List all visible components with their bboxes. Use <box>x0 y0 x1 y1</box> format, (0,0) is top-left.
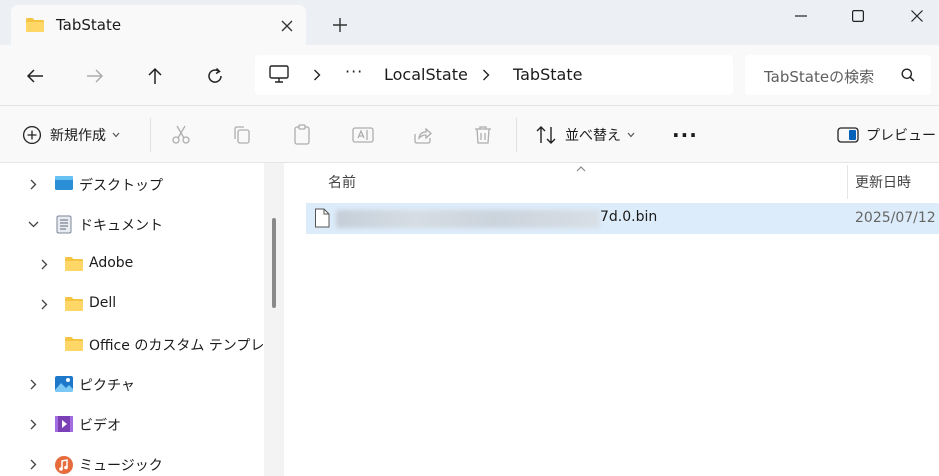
redacted-filename <box>336 210 600 228</box>
rename-button[interactable] <box>352 121 374 149</box>
rename-icon <box>352 127 374 143</box>
back-button[interactable] <box>18 59 52 93</box>
search-box[interactable]: TabStateの検索 <box>745 55 931 95</box>
paste-button[interactable] <box>292 121 312 149</box>
chevron-right-icon[interactable] <box>26 457 40 471</box>
title-bar: TabState <box>0 0 939 45</box>
chevron-down-icon <box>627 130 635 141</box>
sidebar-item-music[interactable]: ミュージック <box>0 444 264 476</box>
navigation-pane: デスクトップ ドキュメント Adobe Dell Office のカスタム テン… <box>0 163 292 476</box>
file-name: 7d.0.bin <box>600 209 658 225</box>
chevron-right-icon[interactable] <box>37 257 51 271</box>
this-pc-icon[interactable] <box>269 65 289 87</box>
share-icon <box>414 127 432 144</box>
folder-icon <box>25 17 45 37</box>
search-placeholder: TabStateの検索 <box>764 68 875 86</box>
separator <box>150 118 151 152</box>
sidebar-item-label: Adobe <box>89 255 134 271</box>
sort-button[interactable]: 並べ替え <box>535 121 635 149</box>
column-divider[interactable] <box>847 165 848 199</box>
file-list: 名前 更新日時 7d.0.bin 2025/07/12 8 <box>284 163 939 476</box>
file-icon <box>314 208 330 232</box>
sidebar-item-dell[interactable]: Dell <box>0 284 264 324</box>
tab-title: TabState <box>56 16 122 34</box>
copy-button[interactable] <box>232 121 252 149</box>
add-circle-icon <box>22 125 42 145</box>
file-row[interactable]: 7d.0.bin 2025/07/12 8 <box>306 203 939 234</box>
hidden-path-more[interactable]: ··· <box>345 62 363 81</box>
share-button[interactable] <box>413 121 433 149</box>
chevron-down-icon[interactable] <box>26 217 40 231</box>
sidebar-item-label: Office のカスタム テンプレート <box>89 338 293 354</box>
file-modified-date: 2025/07/12 8 <box>855 210 939 226</box>
breadcrumb-tabstate[interactable]: TabState <box>513 65 582 84</box>
sidebar-item-label: ミュージック <box>79 458 163 474</box>
folder-icon <box>64 296 84 316</box>
chevron-right-icon[interactable] <box>37 297 51 311</box>
sort-button-label: 並べ替え <box>565 128 621 144</box>
close-window-button[interactable] <box>887 0 939 32</box>
chevron-right-icon[interactable] <box>26 177 40 191</box>
new-button[interactable]: 新規作成 <box>22 121 120 149</box>
refresh-button[interactable] <box>198 59 232 93</box>
copy-icon <box>234 126 250 144</box>
sidebar-item-office-templates[interactable]: Office のカスタム テンプレート <box>0 324 292 364</box>
music-icon <box>54 455 74 476</box>
sidebar-item-videos[interactable]: ビデオ <box>0 404 264 444</box>
chevron-down-icon <box>112 130 120 141</box>
new-tab-button[interactable] <box>326 12 354 40</box>
preview-pane-button[interactable]: プレビュー <box>837 121 936 149</box>
sidebar-item-documents[interactable]: ドキュメント <box>0 204 264 244</box>
chevron-right-icon[interactable] <box>313 65 321 85</box>
videos-icon <box>54 415 74 437</box>
folder-icon <box>64 256 84 276</box>
sidebar-scrollbar[interactable] <box>264 163 284 476</box>
see-more-button[interactable]: ··· <box>672 121 698 149</box>
delete-button[interactable] <box>473 121 493 149</box>
close-tab-icon[interactable] <box>275 14 299 38</box>
tab-tabstate[interactable]: TabState <box>11 5 306 45</box>
preview-pane-icon <box>837 127 859 143</box>
delete-icon <box>475 126 491 144</box>
documents-icon <box>56 215 72 238</box>
cut-button[interactable] <box>171 121 191 149</box>
preview-label: プレビュー <box>866 128 936 144</box>
up-button[interactable] <box>138 59 172 93</box>
navigation-bar: ··· LocalState TabState TabStateの検索 <box>0 45 939 106</box>
chevron-right-icon[interactable] <box>26 377 40 391</box>
sidebar-item-desktop[interactable]: デスクトップ <box>0 164 264 204</box>
separator <box>516 118 517 152</box>
search-icon[interactable] <box>901 68 915 86</box>
pictures-icon <box>54 375 74 397</box>
sidebar-item-adobe[interactable]: Adobe <box>0 244 264 284</box>
sidebar-item-label: ピクチャ <box>79 378 135 394</box>
breadcrumb-localstate[interactable]: LocalState <box>384 65 468 84</box>
sidebar-item-label: ビデオ <box>79 418 121 434</box>
paste-icon <box>294 124 310 145</box>
sort-icon <box>536 126 556 144</box>
sort-ascending-icon <box>576 161 586 175</box>
chevron-right-icon[interactable] <box>482 65 490 85</box>
sidebar-item-label: ドキュメント <box>79 218 163 234</box>
command-bar: 新規作成 並べ替え ··· プレビュー <box>0 106 939 163</box>
cut-icon <box>172 125 190 144</box>
new-button-label: 新規作成 <box>50 128 106 144</box>
sidebar-item-label: デスクトップ <box>79 178 163 194</box>
address-bar[interactable]: ··· LocalState TabState <box>255 55 733 95</box>
folder-icon <box>64 336 84 356</box>
minimize-button[interactable] <box>771 0 831 32</box>
maximize-button[interactable] <box>828 0 888 32</box>
sidebar-item-label: Dell <box>89 295 117 311</box>
desktop-icon <box>54 175 74 195</box>
sidebar-scrollbar-thumb[interactable] <box>272 218 276 308</box>
forward-button[interactable] <box>78 59 112 93</box>
chevron-right-icon[interactable] <box>26 417 40 431</box>
sidebar-item-pictures[interactable]: ピクチャ <box>0 364 264 404</box>
